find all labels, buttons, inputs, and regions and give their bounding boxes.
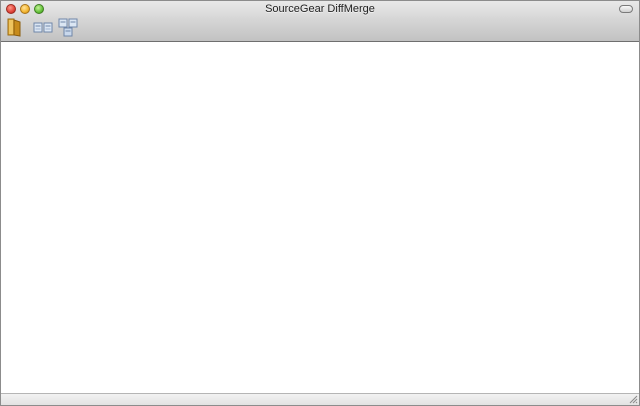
file-diff-button[interactable] <box>33 17 53 37</box>
status-bar <box>1 393 639 405</box>
diff-three-files-icon <box>58 18 78 37</box>
title-bar[interactable]: SourceGear DiffMerge <box>1 1 639 42</box>
diff-two-files-icon <box>33 22 53 33</box>
file-merge-button[interactable] <box>58 17 78 37</box>
main-content-area <box>1 42 639 394</box>
window-title: SourceGear DiffMerge <box>265 3 375 15</box>
folder-icon <box>7 18 21 37</box>
toolbar-toggle-button[interactable] <box>619 5 633 13</box>
open-folder-button[interactable] <box>6 17 24 37</box>
resize-grip-icon[interactable] <box>629 395 638 404</box>
app-window: SourceGear DiffMerge <box>0 0 640 406</box>
